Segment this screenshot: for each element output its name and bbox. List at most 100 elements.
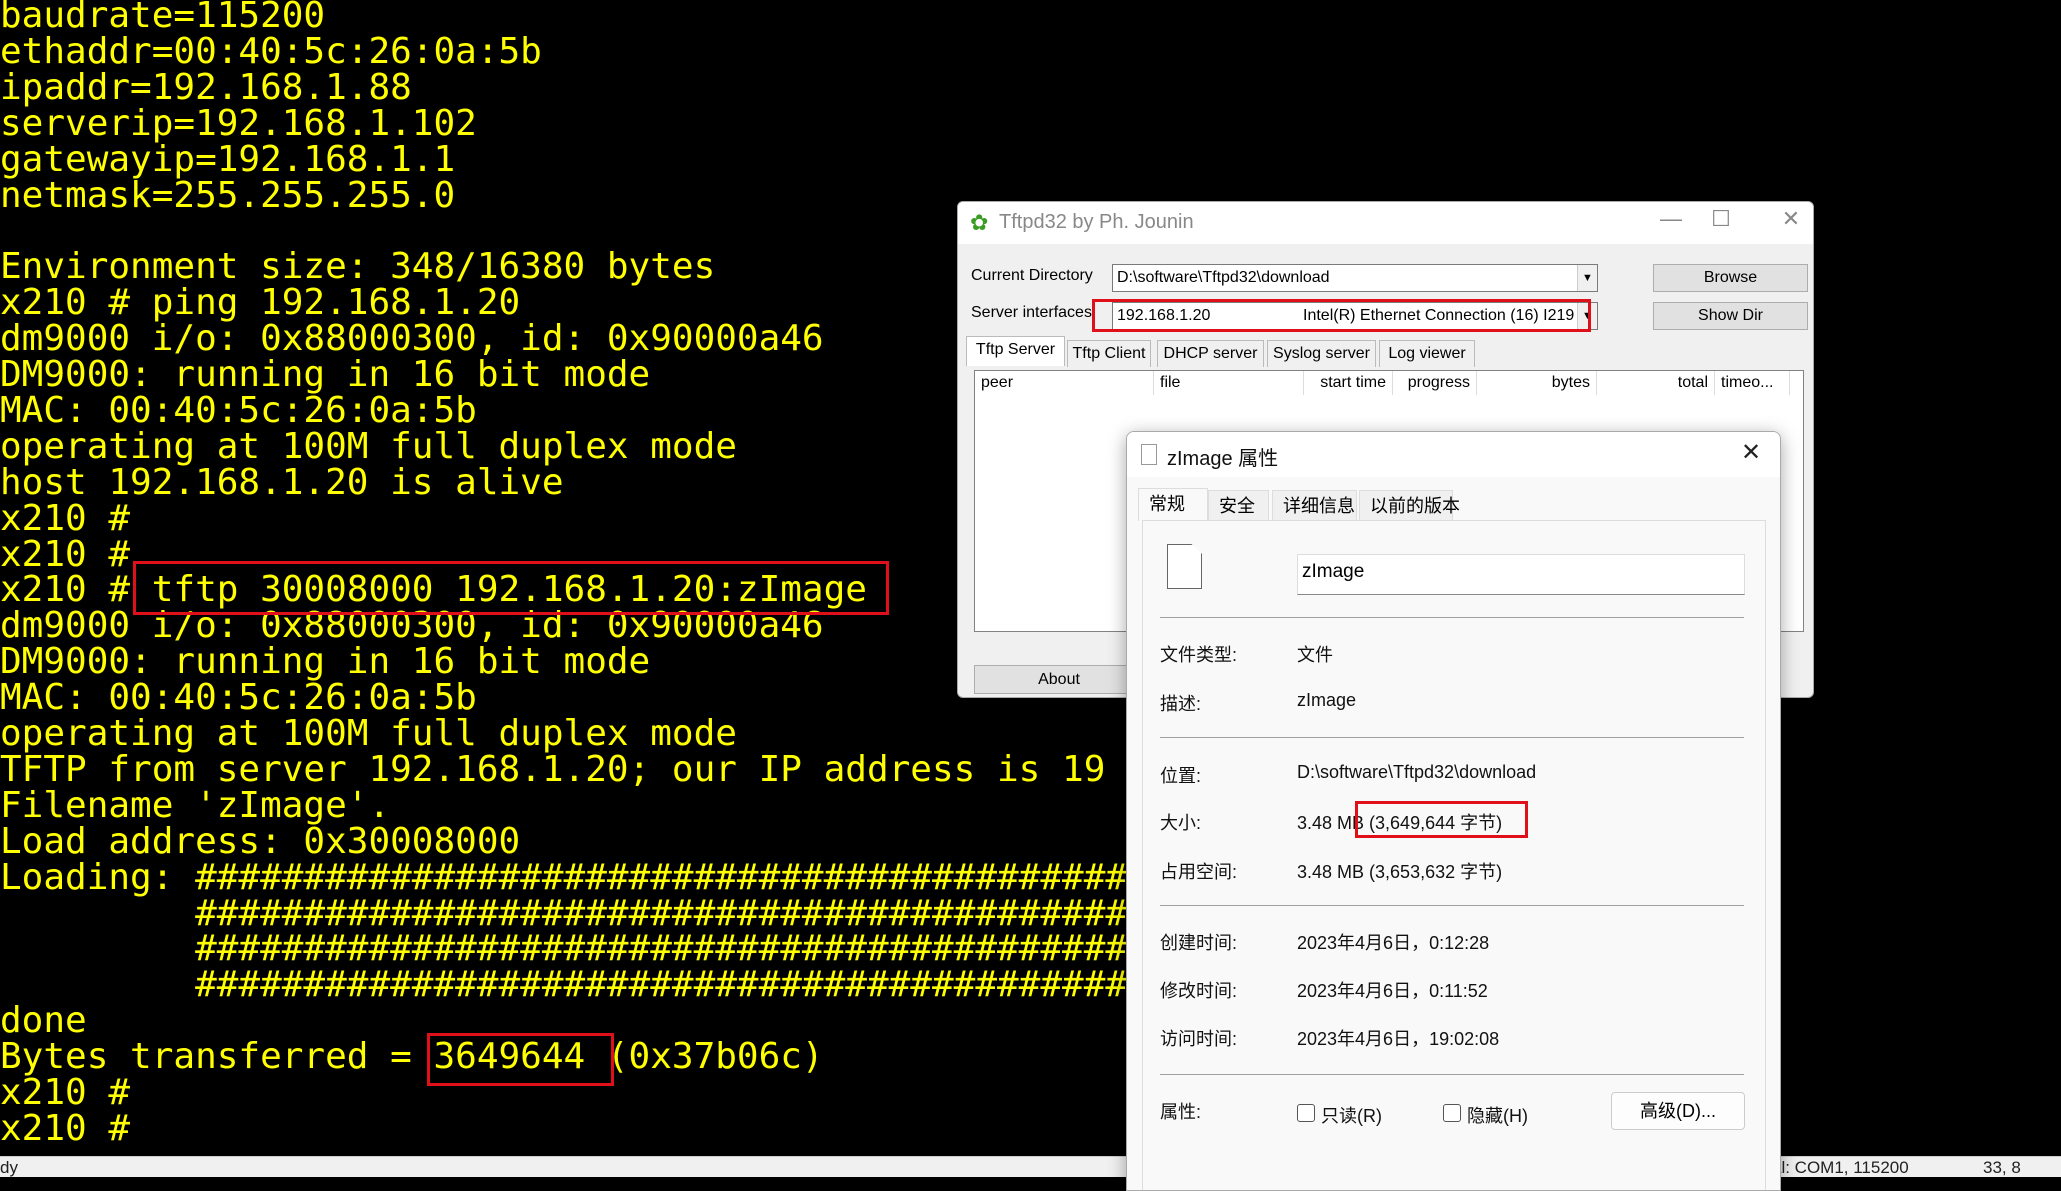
property-value: 文件 [1297,645,1333,665]
tab-previous-versions[interactable]: 以前的版本 [1359,490,1460,521]
column-peer[interactable]: peer [975,371,1154,395]
close-button[interactable]: ✕ [1741,438,1761,467]
property-value: 2023年4月6日，19:02:08 [1297,1029,1500,1049]
terminal-line: x210 # ping 192.168.1.20 [0,282,521,324]
terminal-line: Environment size: 348/16380 bytes [0,246,716,288]
filename-input[interactable]: zImage [1297,554,1745,595]
status-text: dy [0,1158,18,1177]
divider [1160,617,1744,618]
property-value: 2023年4月6日，0:12:28 [1297,933,1490,953]
terminal-line: x210 # [0,1072,131,1113]
server-ip: 192.168.1.20 [1117,307,1211,324]
server-interfaces-combo[interactable]: 192.168.1.20 Intel(R) Ethernet Connectio… [1112,302,1598,330]
terminal-line: gatewayip=192.168.1.1 [0,138,456,180]
tftpd-app-icon: ✿ [970,210,989,235]
terminal-line: ethaddr=00:40:5c:26:0a:5b [0,30,542,72]
property-label: 访问时间: [1160,1029,1238,1049]
terminal-line: serverip=192.168.1.102 [0,102,477,144]
terminal-line: x210 # [0,533,131,575]
tab-tftp-server[interactable]: Tftp Server [966,336,1065,366]
property-label: 创建时间: [1160,933,1238,953]
readonly-label[interactable]: 只读(R) [1321,1102,1382,1128]
minimize-button[interactable]: — [1651,206,1691,232]
terminal-line: ipaddr=192.168.1.88 [0,66,412,108]
advanced-button[interactable]: 高级(D)... [1611,1092,1745,1130]
terminal-line: dm9000 i/o: 0x88000300, id: 0x90000a46 [0,318,824,360]
current-directory-combo[interactable]: D:\software\Tftpd32\download ▼ [1112,264,1598,292]
property-value: 3.48 MB (3,649,644 字节) [1297,813,1503,833]
status-cursor-pos: 33, 8 [1983,1158,2021,1177]
file-properties-dialog: zImage 属性 ✕ 常规 安全 详细信息 以前的版本 zImage 文件类型… [1126,431,1781,1191]
property-value: 2023年4月6日，0:11:52 [1297,981,1488,1001]
terminal-line: ########################################… [0,892,1279,934]
terminal-line: operating at 100M full duplex mode [0,713,737,754]
terminal-line: Bytes transferred = 3649644 (0x37b06c) [0,1036,824,1078]
terminal-line: netmask=255.255.255.0 [0,174,456,216]
server-adapter: Intel(R) Ethernet Connection (16) I219 [1303,307,1575,324]
terminal-line: Load address: 0x30008000 [0,820,521,862]
hidden-checkbox[interactable] [1443,1104,1461,1122]
terminal-line: x210 # [0,497,131,539]
divider [1160,737,1744,738]
server-interfaces-label: Server interfaces [971,304,1092,321]
column-total[interactable]: total [1597,371,1715,395]
maximize-button[interactable]: ☐ [1701,206,1741,232]
title-bar[interactable]: zImage 属性 ✕ [1127,432,1780,477]
title-bar[interactable]: ✿ Tftpd32 by Ph. Jounin — ☐ ✕ [958,202,1813,244]
show-dir-button[interactable]: Show Dir [1653,302,1808,330]
about-button[interactable]: About [974,665,1144,694]
terminal-line: DM9000: running in 16 bit mode [0,354,651,395]
tab-general[interactable]: 常规 [1138,488,1208,521]
tab-security[interactable]: 安全 [1208,490,1269,521]
property-value: zImage [1297,690,1357,710]
tab-tftp-client[interactable]: Tftp Client [1067,340,1151,367]
column-progress[interactable]: progress [1393,371,1477,395]
browse-button[interactable]: Browse [1653,264,1808,292]
terminal-line: ########################################… [0,928,1279,970]
property-label: 占用空间: [1160,862,1238,882]
general-panel [1142,520,1766,1190]
terminal-line: operating at 100M full duplex mode [0,425,737,467]
readonly-checkbox[interactable] [1297,1104,1315,1122]
terminal-line: x210 # tftp 30008000 192.168.1.20:zImage [0,569,867,611]
terminal-line: ########################################… [0,964,1279,1006]
property-value: D:\software\Tftpd32\download [1297,762,1537,782]
current-directory-value: D:\software\Tftpd32\download [1117,269,1330,286]
column-bytes[interactable]: bytes [1477,371,1597,395]
property-label: 文件类型: [1160,645,1238,665]
divider [1160,1074,1744,1075]
terminal-line: DM9000: running in 16 bit mode [0,641,651,683]
terminal-line: MAC: 00:40:5c:26:0a:5b [0,677,477,719]
column-start-time[interactable]: start time [1304,371,1393,395]
dropdown-arrow-icon[interactable]: ▼ [1577,303,1597,329]
status-port: al: COM1, 115200 [1772,1158,1909,1177]
hidden-label[interactable]: 隐藏(H) [1467,1102,1528,1128]
attributes-label: 属性: [1160,1102,1202,1122]
close-button[interactable]: ✕ [1771,206,1811,232]
property-label: 大小: [1160,813,1202,833]
terminal-line: dm9000 i/o: 0x88000300, id: 0x90000a46 [0,605,824,647]
property-label: 位置: [1160,766,1202,786]
tab-syslog-server[interactable]: Syslog server [1267,340,1376,367]
window-title: Tftpd32 by Ph. Jounin [999,211,1194,233]
terminal-line: baudrate=115200 [0,0,326,36]
column-timeout[interactable]: timeo... [1715,371,1790,395]
divider [1160,905,1744,906]
current-directory-label: Current Directory [971,267,1093,284]
dialog-title: zImage 属性 [1167,448,1279,470]
file-icon [1141,444,1157,465]
property-value: 3.48 MB (3,653,632 字节) [1297,862,1503,882]
property-label: 修改时间: [1160,981,1238,1001]
tab-log-viewer[interactable]: Log viewer [1379,340,1475,367]
terminal-line: TFTP from server 192.168.1.20; our IP ad… [0,748,1106,790]
terminal-line: MAC: 00:40:5c:26:0a:5b [0,389,477,431]
column-file[interactable]: file [1154,371,1304,395]
terminal-line: host 192.168.1.20 is alive [0,461,564,503]
property-label: 描述: [1160,694,1202,714]
tab-dhcp-server[interactable]: DHCP server [1157,340,1264,367]
terminal-line: x210 # [0,1107,131,1149]
tab-details[interactable]: 详细信息 [1272,490,1357,521]
terminal-line: Loading: ###############################… [0,856,1279,898]
dropdown-arrow-icon[interactable]: ▼ [1577,265,1597,291]
terminal-line: done [0,1000,87,1042]
